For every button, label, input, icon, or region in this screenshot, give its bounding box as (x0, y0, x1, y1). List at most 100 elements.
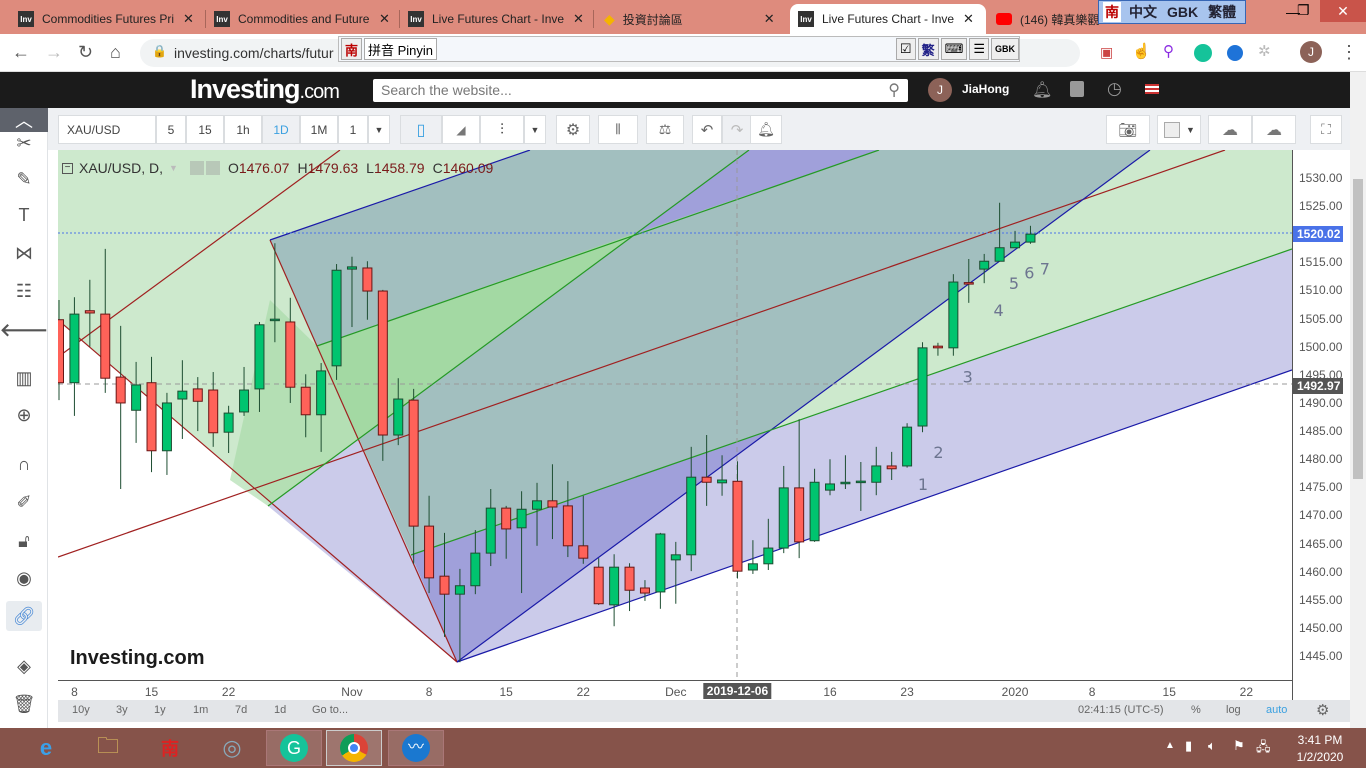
restore-button[interactable]: ❐ (1297, 2, 1310, 19)
grammarly-icon[interactable] (1194, 44, 1212, 62)
interval-15[interactable]: 15 (186, 115, 224, 144)
ime-app-icon[interactable]: 南 (142, 730, 198, 766)
cross-line-tool-icon[interactable]: ✂ (6, 128, 42, 158)
fullscreen-icon[interactable]: ⛶ (1310, 115, 1342, 144)
tray-expand-icon[interactable]: ▲ (1165, 740, 1175, 751)
touch-extension-icon[interactable]: ☝ (1132, 42, 1151, 60)
ime-traditional[interactable]: 繁體 (1208, 2, 1236, 22)
clock[interactable]: 3:41 PM 1/2/2020 (1290, 733, 1350, 764)
search-extension-icon[interactable]: ⚲ (1163, 42, 1174, 60)
goto-date-button[interactable]: Go to... (312, 704, 348, 716)
chart-area[interactable]: 12 3 4567 Investing.com (58, 150, 1292, 680)
collapse-legend-icon[interactable]: − (62, 162, 73, 174)
candles-icon[interactable]: ▯ (400, 115, 442, 144)
legend-dropdown-icon[interactable]: ▼ (169, 163, 178, 173)
range-1d[interactable]: 1d (274, 704, 286, 716)
action-center-flag-icon[interactable]: ⚑ (1233, 738, 1245, 754)
trash-icon[interactable]: 🗑︎ (6, 689, 42, 719)
bars-icon[interactable]: ⫶ (480, 115, 524, 144)
bell-icon[interactable]: 🔔︎ (1032, 80, 1052, 100)
tab-commodities-futures[interactable]: Inv Commodities Futures Pri ✕ (10, 4, 205, 34)
tab-live-futures-chart[interactable]: Inv Live Futures Chart - Inve ✕ (400, 4, 595, 34)
chromium-icon[interactable]: ◎ (204, 730, 260, 766)
settings-icon[interactable] (205, 161, 220, 175)
briefcase-icon[interactable] (1070, 81, 1084, 97)
range-3y[interactable]: 3y (116, 704, 128, 716)
add-alert-icon[interactable]: 🔔︎ (750, 115, 782, 144)
tab-live-futures-chart-active[interactable]: Inv Live Futures Chart - Inve ✕ (790, 4, 986, 34)
ime-gbk[interactable]: GBK (1167, 4, 1198, 20)
camera-icon[interactable]: 📷︎ (1106, 115, 1150, 144)
layout-dropdown[interactable]: ▼ (1157, 115, 1201, 144)
range-1m[interactable]: 1m (193, 704, 208, 716)
link-icon[interactable]: 🔗︎ (6, 601, 42, 631)
app-bird-icon[interactable]: 〰 (388, 730, 444, 766)
interval-1h[interactable]: 1h (224, 115, 262, 144)
interval-1d[interactable]: 1D (262, 115, 300, 144)
scrollbar-thumb[interactable] (1353, 179, 1363, 479)
candle[interactable] (917, 342, 928, 433)
file-explorer-icon[interactable]: 🗀 (80, 730, 136, 766)
settings-gear-icon[interactable]: ⚙ (556, 115, 590, 144)
symbol-input[interactable]: XAU/USD (58, 115, 156, 144)
home-icon[interactable]: ⌂ (110, 42, 121, 63)
pdf-extension-icon[interactable]: ▣ (1100, 44, 1113, 61)
extension-gray-icon[interactable]: ✲ (1258, 42, 1271, 60)
close-tab-icon[interactable]: ✕ (764, 11, 775, 27)
price-axis[interactable]: 1530.001525.001520.001515.001510.001505.… (1292, 150, 1344, 700)
tab-commodities-and-futures[interactable]: Inv Commodities and Future ✕ (206, 4, 401, 34)
clock-icon[interactable]: ◷ (1107, 79, 1122, 99)
forward-icon[interactable]: → (45, 42, 63, 63)
pencil-lock-icon[interactable]: ✐ (6, 487, 42, 517)
text-tool-icon[interactable]: T (6, 200, 42, 230)
user-avatar[interactable]: J (928, 78, 952, 102)
tab-youtube[interactable]: (146) 韓真樂觀 (988, 4, 1108, 34)
chart-type-dropdown[interactable]: ▼ (524, 115, 546, 144)
ime-keyboard-icon[interactable]: ⌨ (940, 38, 968, 60)
redo-icon[interactable]: ↷ (722, 115, 752, 144)
candle[interactable] (902, 423, 913, 468)
internet-explorer-icon[interactable]: e (18, 730, 74, 766)
measure-tool-icon[interactable]: ▥ (6, 363, 42, 393)
scale-settings-gear-icon[interactable]: ⚙ (1316, 701, 1329, 719)
menu-icon[interactable]: ⋮ (1340, 42, 1358, 63)
range-10y[interactable]: 10y (72, 704, 90, 716)
percent-scale-toggle[interactable]: % (1191, 704, 1201, 716)
page-scrollbar[interactable] (1350, 72, 1366, 728)
volume-icon[interactable]: 🔈︎ (1208, 738, 1216, 754)
cloud-upload-icon[interactable]: ☁ (1252, 115, 1296, 144)
area-chart-icon[interactable]: ◢ (442, 115, 480, 144)
tray-device-icon[interactable]: ▮ (1185, 738, 1192, 754)
ime-traditional-button[interactable]: 繁 (917, 38, 939, 60)
chrome-icon[interactable] (326, 730, 382, 766)
close-window-button[interactable]: ✕ (1320, 0, 1366, 22)
range-7d[interactable]: 7d (235, 704, 247, 716)
close-tab-icon[interactable]: ✕ (379, 11, 390, 27)
zoom-in-icon[interactable]: ⊕ (6, 400, 42, 430)
investing-logo[interactable]: Investing.com (190, 74, 340, 105)
interval-5[interactable]: 5 (156, 115, 186, 144)
range-1y[interactable]: 1y (154, 704, 166, 716)
us-flag-icon[interactable] (1145, 84, 1159, 94)
magnet-icon[interactable]: ∩ (6, 449, 42, 479)
interval-1[interactable]: 1 (338, 115, 368, 144)
undo-icon[interactable]: ↶ (692, 115, 722, 144)
candle[interactable] (377, 289, 388, 461)
ime-check-icon[interactable]: ☑ (895, 38, 916, 60)
network-icon[interactable]: 🖧︎ (1256, 738, 1271, 760)
ime-language[interactable]: 中文 (1129, 2, 1157, 22)
compare-scales-icon[interactable]: ⚖ (646, 115, 684, 144)
ime-list-icon[interactable]: ☰ (969, 38, 989, 60)
candle[interactable] (948, 274, 959, 356)
close-tab-icon[interactable]: ✕ (573, 11, 584, 27)
grammarly-app-icon[interactable]: G (266, 730, 322, 766)
ime-logo-button[interactable]: 南 (341, 38, 363, 60)
reload-icon[interactable]: ↻ (78, 42, 93, 63)
tab-forum[interactable]: ◆ 投資討論區 ✕ (596, 4, 791, 34)
ime-gbk-button[interactable]: GBK (991, 38, 1019, 60)
arrow-left-tool-icon[interactable]: 🡐 (0, 315, 48, 345)
search-icon[interactable]: ⚲ (888, 80, 900, 100)
unlock-icon[interactable]: 🔓︎ (6, 526, 42, 556)
chart-clock[interactable]: 02:41:15 (UTC-5) (1078, 704, 1164, 716)
layers-icon[interactable]: ◈ (6, 651, 42, 681)
